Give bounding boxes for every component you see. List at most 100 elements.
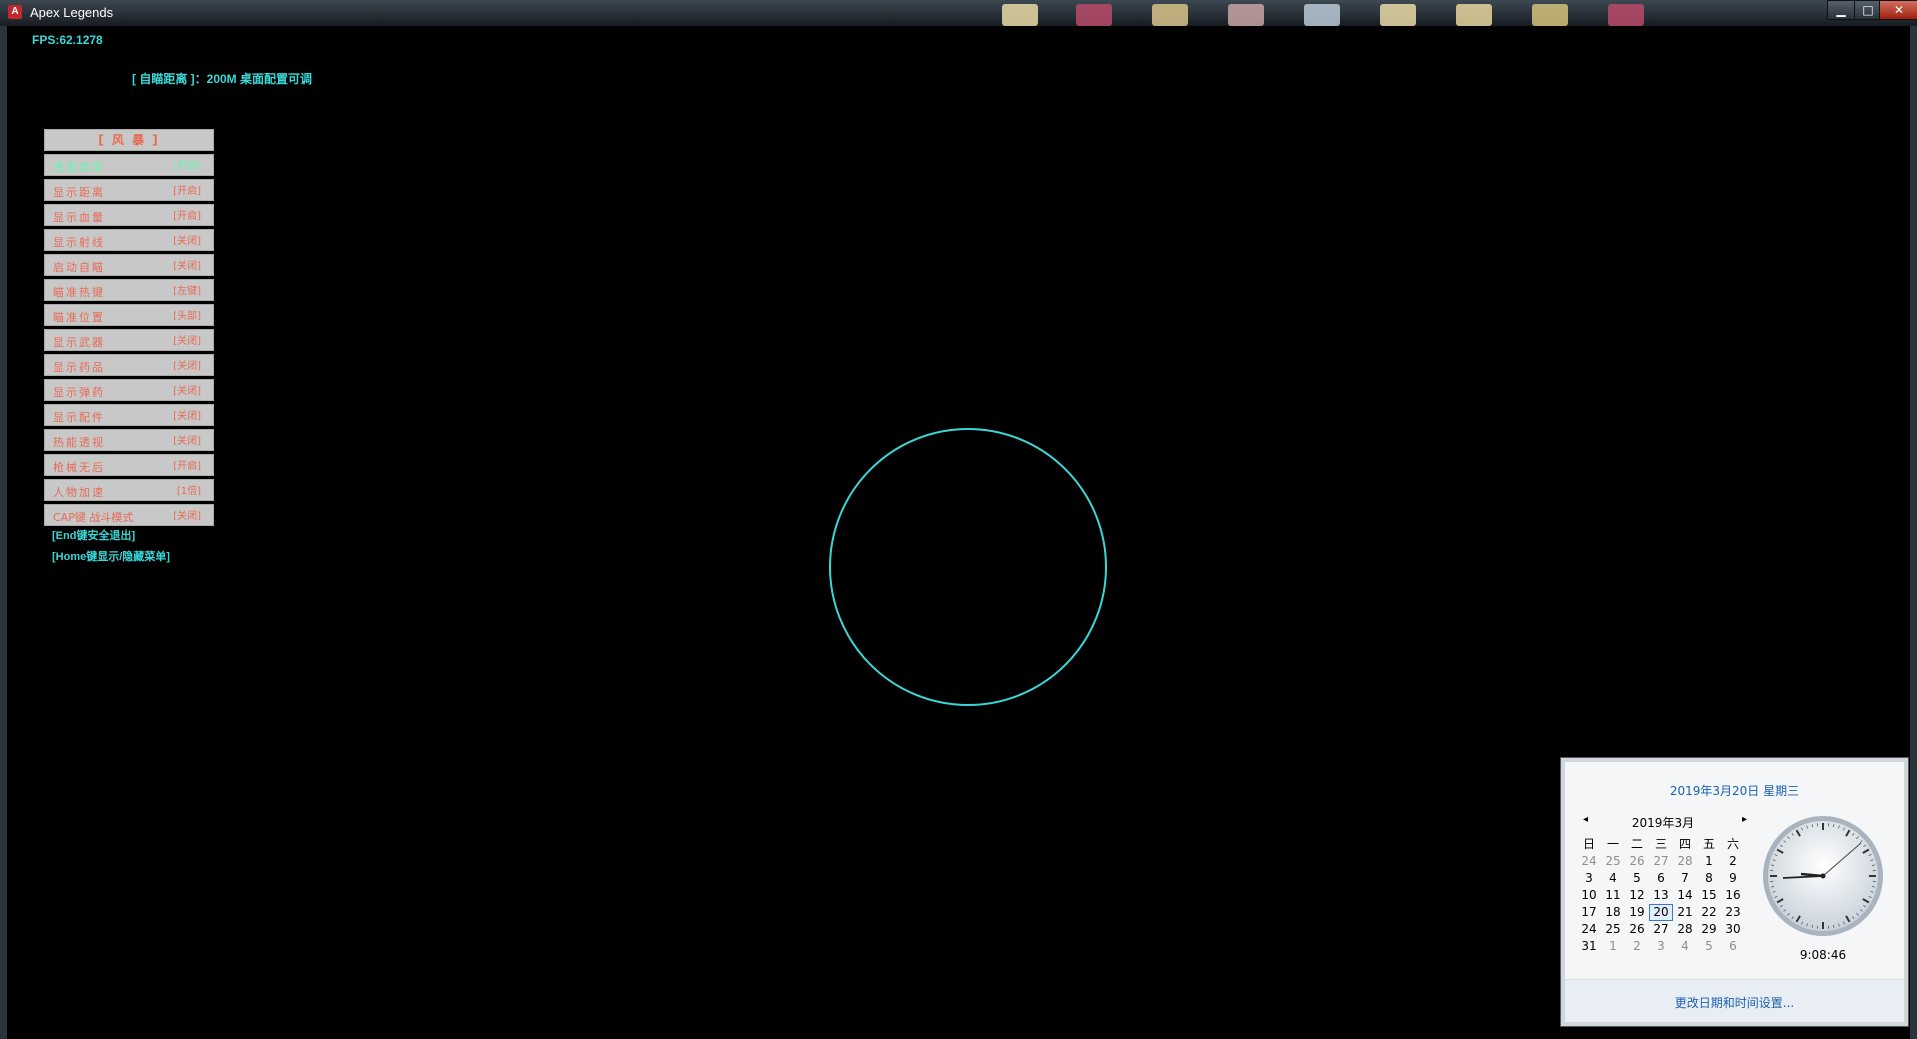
calendar-day[interactable]: 14: [1673, 887, 1697, 904]
calendar-day[interactable]: 2: [1721, 853, 1745, 870]
clock-center: [1820, 873, 1826, 879]
menu-item-value: [关闭]: [173, 236, 201, 247]
popup-footer: 更改日期和时间设置...: [1565, 979, 1904, 1022]
menu-item[interactable]: 瞄准热键 [左键]: [44, 279, 214, 301]
digital-time: 9:08:46: [1799, 948, 1847, 962]
full-date-header[interactable]: 2019年3月20日 星期三: [1565, 782, 1904, 799]
menu-item[interactable]: 热能透视 [关闭]: [44, 429, 214, 451]
calendar-day[interactable]: 5: [1697, 938, 1721, 955]
menu-item[interactable]: CAP键 战斗模式 [关闭]: [44, 504, 214, 526]
calendar-day[interactable]: 18: [1601, 904, 1625, 921]
menu-item[interactable]: 启动自瞄 [关闭]: [44, 254, 214, 276]
menu-item-label: 显示药品: [53, 361, 105, 374]
calendar-day[interactable]: 6: [1649, 870, 1673, 887]
calendar-day[interactable]: 22: [1697, 904, 1721, 921]
calendar-day[interactable]: 3: [1649, 938, 1673, 955]
menu-item-value: [左键]: [173, 286, 201, 297]
window-frame-left: [0, 26, 7, 1039]
calendar-day[interactable]: 24: [1577, 853, 1601, 870]
desktop-folder-icon: [1532, 4, 1568, 26]
menu-item-label: 显示武器: [53, 336, 105, 349]
toggle-menu-hint: [Home键显示/隐藏菜单]: [52, 551, 170, 563]
menu-item[interactable]: 人物加速 [1倍]: [44, 479, 214, 501]
menu-item-label: 瞄准位置: [53, 311, 105, 324]
menu-item-value: [关闭]: [173, 436, 201, 447]
weekday-header: 一: [1606, 837, 1619, 851]
calendar-day[interactable]: 27: [1649, 921, 1673, 938]
weekday-header: 日: [1582, 837, 1595, 851]
menu-item[interactable]: 透视类型 [开启]: [44, 154, 214, 176]
calendar-day[interactable]: 2: [1625, 938, 1649, 955]
calendar-day[interactable]: 10: [1577, 887, 1601, 904]
menu-item[interactable]: 显示配件 [关闭]: [44, 404, 214, 426]
calendar-day[interactable]: 3: [1577, 870, 1601, 887]
calendar-day[interactable]: 24: [1577, 921, 1601, 938]
title-bar: A Apex Legends ▁ □ ✕: [0, 0, 1917, 26]
calendar-day[interactable]: 17: [1577, 904, 1601, 921]
menu-item-label: 枪械无后: [53, 461, 105, 474]
menu-item-value: [头部]: [173, 311, 201, 322]
calendar-day[interactable]: 27: [1649, 853, 1673, 870]
calendar-day[interactable]: 1: [1697, 853, 1721, 870]
menu-item-value: [关闭]: [173, 361, 201, 372]
calendar-day[interactable]: 6: [1721, 938, 1745, 955]
calendar-day[interactable]: 23: [1721, 904, 1745, 921]
menu-item-value: [关闭]: [173, 336, 201, 347]
calendar-day[interactable]: 4: [1673, 938, 1697, 955]
calendar-day[interactable]: 11: [1601, 887, 1625, 904]
weekday-header: 三: [1654, 837, 1667, 851]
menu-item[interactable]: 瞄准位置 [头部]: [44, 304, 214, 326]
date-time-popup: 2019年3月20日 星期三 ◂ 2019年3月 ▸ 日一二三四五六 24 25 26…: [1561, 758, 1908, 1026]
calendar-day[interactable]: 13: [1649, 887, 1673, 904]
calendar-day[interactable]: 19: [1625, 904, 1649, 921]
calendar-day[interactable]: 29: [1697, 921, 1721, 938]
menu-item-value: [1倍]: [176, 486, 201, 497]
calendar-day[interactable]: 15: [1697, 887, 1721, 904]
calendar-day[interactable]: 21: [1673, 904, 1697, 921]
calendar-day[interactable]: 25: [1601, 853, 1625, 870]
menu-item-value: [开启]: [173, 161, 201, 172]
calendar-day-today[interactable]: 20: [1649, 904, 1673, 921]
calendar-grid: 日一二三四五六 24 25 26 27 28 1 2 3 4 5 6 7 8 9 10 11 12 13 14 15 16…: [1577, 836, 1753, 955]
next-month-icon[interactable]: ▸: [1742, 814, 1747, 825]
menu-item-value: [关闭]: [173, 511, 201, 522]
change-datetime-settings-link[interactable]: 更改日期和时间设置...: [1565, 994, 1904, 1011]
desktop-file-icon: [1002, 4, 1038, 26]
calendar-month-label[interactable]: 2019年3月: [1573, 814, 1753, 831]
weekday-header: 五: [1702, 837, 1715, 851]
menu-item-label: 显示距离: [53, 186, 105, 199]
calendar-day[interactable]: 9: [1721, 870, 1745, 887]
menu-item[interactable]: 显示距离 [开启]: [44, 179, 214, 201]
calendar-day[interactable]: 31: [1577, 938, 1601, 955]
minimize-button[interactable]: ▁: [1827, 0, 1855, 20]
menu-item-label: CAP键 战斗模式: [53, 511, 134, 524]
cheat-menu: [ 风 暴 ] 透视类型 [开启] 显示距离 [开启] 显示血量 [开启] 显示射线 […: [44, 129, 214, 529]
menu-item[interactable]: 枪械无后 [开启]: [44, 454, 214, 476]
calendar-day[interactable]: 26: [1625, 853, 1649, 870]
menu-item[interactable]: 显示弹药 [关闭]: [44, 379, 214, 401]
calendar-day[interactable]: 28: [1673, 853, 1697, 870]
calendar-day[interactable]: 25: [1601, 921, 1625, 938]
menu-item[interactable]: 显示武器 [关闭]: [44, 329, 214, 351]
calendar-day[interactable]: 26: [1625, 921, 1649, 938]
menu-item[interactable]: 显示射线 [关闭]: [44, 229, 214, 251]
menu-item-label: 显示配件: [53, 411, 105, 424]
calendar-day[interactable]: 28: [1673, 921, 1697, 938]
menu-item[interactable]: 显示药品 [关闭]: [44, 354, 214, 376]
calendar-day[interactable]: 5: [1625, 870, 1649, 887]
calendar-day[interactable]: 8: [1697, 870, 1721, 887]
desktop-document-icon: [1228, 4, 1264, 26]
maximize-button[interactable]: □: [1854, 0, 1882, 20]
calendar-day[interactable]: 4: [1601, 870, 1625, 887]
weekday-header: 六: [1726, 837, 1739, 851]
menu-item-label: 瞄准热键: [53, 286, 105, 299]
menu-item[interactable]: 显示血量 [开启]: [44, 204, 214, 226]
calendar-day[interactable]: 16: [1721, 887, 1745, 904]
calendar-day[interactable]: 1: [1601, 938, 1625, 955]
calendar-day[interactable]: 7: [1673, 870, 1697, 887]
calendar-day[interactable]: 30: [1721, 921, 1745, 938]
menu-item-value: [开启]: [173, 461, 201, 472]
calendar-day[interactable]: 12: [1625, 887, 1649, 904]
fps-counter: FPS:62.1278: [32, 33, 103, 47]
close-button[interactable]: ✕: [1879, 0, 1917, 20]
